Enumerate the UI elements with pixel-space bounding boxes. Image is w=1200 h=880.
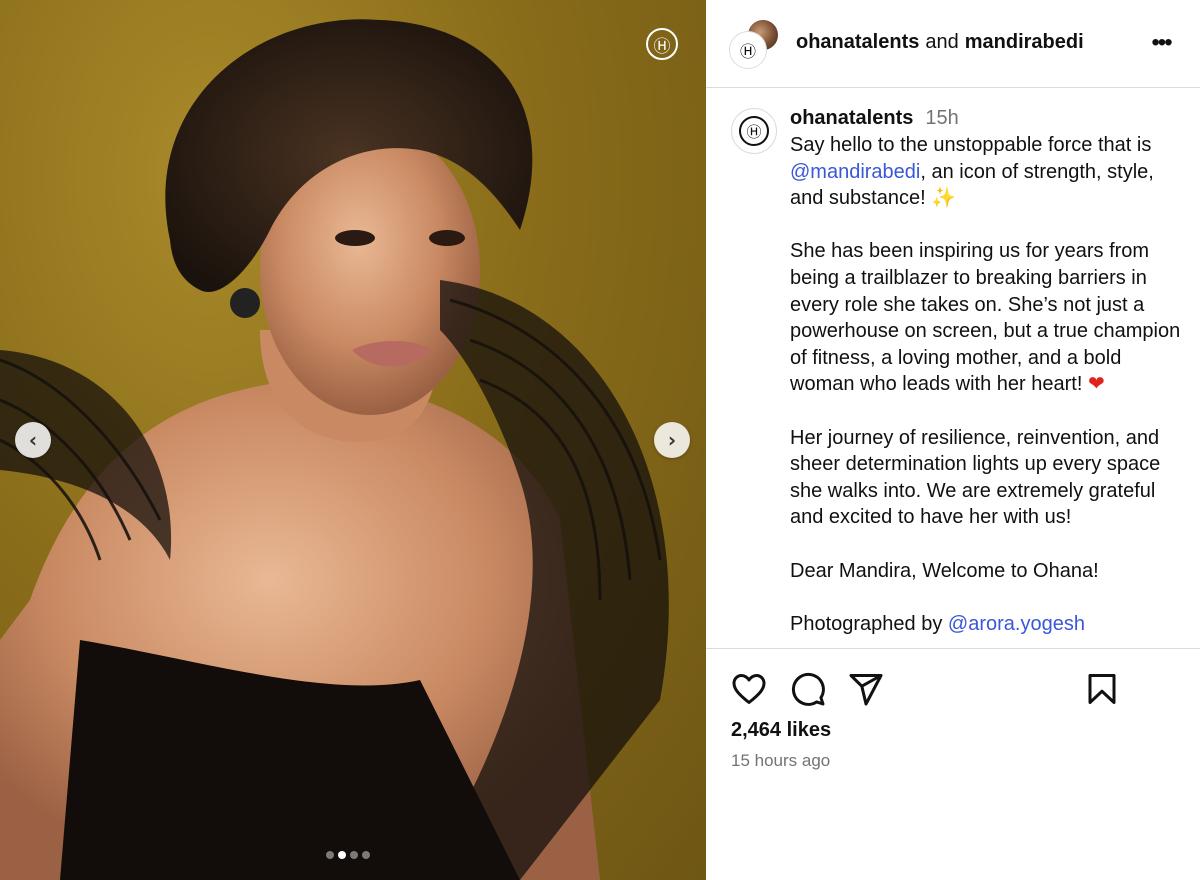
- author-link-mandirabedi[interactable]: mandirabedi: [965, 31, 1084, 53]
- bookmark-icon[interactable]: [1084, 671, 1120, 707]
- heart-emoji: ❤: [1087, 373, 1105, 396]
- caption-text-span: She has been inspiring us for years from…: [790, 240, 1181, 396]
- post-actions: 2,464 likes 15 hours ago: [706, 648, 1200, 880]
- mention-link[interactable]: @arora.yogesh: [948, 613, 1085, 635]
- carousel-dot: [338, 851, 346, 859]
- carousel-dot: [362, 851, 370, 859]
- caption-username[interactable]: ohanatalents: [790, 107, 913, 129]
- comment-icon[interactable]: [790, 671, 826, 707]
- collab-avatars[interactable]: Ⓗ: [730, 18, 782, 68]
- share-icon[interactable]: [848, 671, 884, 707]
- caption-section: Ⓗ ohanatalents 15h Say hello to the unsto…: [706, 90, 1200, 648]
- author-link-ohanatalents[interactable]: ohanatalents: [796, 31, 919, 53]
- caption-paragraph: Dear Mandira, Welcome to Ohana!: [790, 559, 1099, 582]
- authors-connector: and: [925, 31, 959, 53]
- post-date: 15 hours ago: [731, 751, 831, 770]
- carousel-dot: [326, 851, 334, 859]
- brand-watermark-icon: Ⓗ: [646, 28, 678, 60]
- more-icon: •••: [1151, 29, 1172, 56]
- caption-paragraph: She has been inspiring us for years from…: [790, 238, 1186, 398]
- post-authors: ohanatalents and mandirabedi: [796, 31, 1084, 54]
- caption-timestamp: 15h: [925, 107, 959, 129]
- caption-header: ohanatalents 15h: [790, 107, 959, 130]
- mention-link[interactable]: @mandirabedi: [790, 161, 920, 183]
- carousel-indicator: [326, 851, 370, 859]
- post-header: Ⓗ ohanatalents and mandirabedi •••: [706, 0, 1200, 88]
- post-sidebar: Ⓗ ohanatalents and mandirabedi ••• Ⓗ ohana…: [706, 0, 1200, 880]
- caption-text-span: Say hello to the unstoppable force that …: [790, 134, 1152, 156]
- heart-icon[interactable]: [731, 671, 767, 707]
- ohana-logo-icon: Ⓗ: [739, 116, 769, 146]
- caption-paragraph: Her journey of resilience, reinvention, …: [790, 426, 1161, 529]
- sparkle-emoji: ✨: [931, 187, 957, 210]
- chevron-right-icon: ›: [667, 428, 677, 452]
- avatar-ohanatalents: Ⓗ: [730, 32, 766, 68]
- caption-paragraph: Say hello to the unstoppable force that …: [790, 132, 1186, 212]
- caption-paragraph: Photographed by @arora.yogesh: [790, 611, 1186, 638]
- post-media[interactable]: Ⓗ ‹ ›: [0, 0, 706, 880]
- chevron-left-icon: ‹: [28, 428, 38, 452]
- next-image-button[interactable]: ›: [654, 422, 690, 458]
- post-photo: [0, 19, 669, 880]
- caption-text-span: Photographed by: [790, 612, 948, 635]
- carousel-dot: [350, 851, 358, 859]
- caption-avatar[interactable]: Ⓗ: [731, 108, 777, 154]
- caption-text: Say hello to the unstoppable force that …: [790, 132, 1186, 648]
- like-count[interactable]: 2,464 likes: [731, 719, 831, 742]
- previous-image-button[interactable]: ‹: [15, 422, 51, 458]
- more-options-button[interactable]: •••: [1146, 28, 1176, 58]
